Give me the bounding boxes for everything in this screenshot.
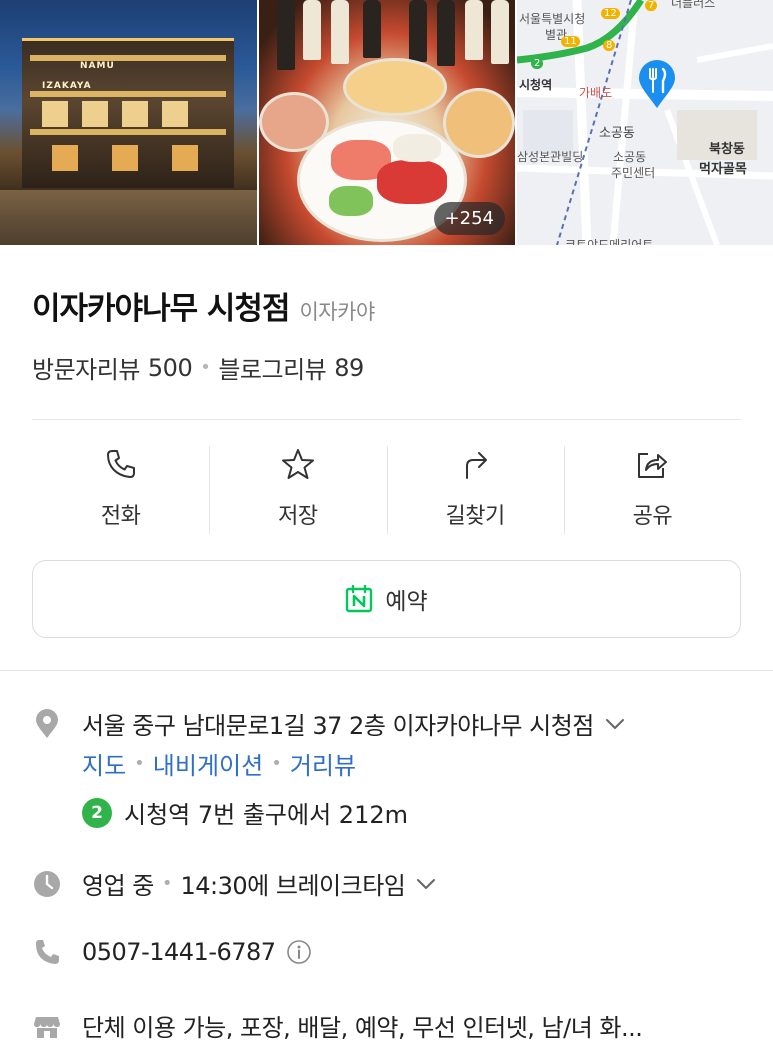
directions-icon <box>466 452 488 479</box>
navigation-link[interactable]: 내비게이션 <box>153 746 263 781</box>
hours-row[interactable]: 영업 중 • 14:30에 브레이크타임 <box>32 866 437 901</box>
phone-row[interactable]: 0507-1441-6787 <box>32 937 312 967</box>
map-links: 지도 • 내비게이션 • 거리뷰 <box>82 746 356 781</box>
map-link[interactable]: 지도 <box>82 746 126 781</box>
visitor-review-count[interactable]: 500 <box>148 354 193 382</box>
map-label-theplus: 더플러스 <box>671 0 716 10</box>
subway-info: 2 시청역 7번 출구에서 212m <box>82 795 408 830</box>
separator-dot: • <box>271 753 282 774</box>
section-separator <box>0 670 773 671</box>
street-view-link[interactable]: 거리뷰 <box>290 746 356 781</box>
more-photos-badge[interactable]: +254 <box>433 202 505 235</box>
review-summary: 방문자리뷰 500 • 블로그리뷰 89 <box>32 350 364 385</box>
action-bar: 전화 저장 길찾기 공유 <box>32 440 741 536</box>
photo-strip[interactable]: NAMU IZAKAYA +254 서울특별시청 별관 시청역 가배도 소공동 … <box>0 0 773 245</box>
call-button[interactable]: 전화 <box>32 440 209 536</box>
place-header: 이자카야나무 시청점 이자카야 <box>32 283 375 328</box>
map-badge-12: 12 <box>601 8 620 19</box>
station-distance-text: 시청역 7번 출구에서 212m <box>124 801 408 829</box>
star-icon <box>281 449 314 479</box>
storefront-photo[interactable]: NAMU IZAKAYA <box>0 0 257 245</box>
map-label-bukchang: 북창동 <box>709 142 745 157</box>
separator-dot: • <box>161 873 173 894</box>
address-text: 서울 중구 남대문로1길 37 2층 이자카야나무 시청점 <box>82 712 594 740</box>
map-label-community-center: 주민센터 <box>611 166 656 180</box>
reserve-label: 예약 <box>385 589 428 615</box>
directions-button[interactable]: 길찾기 <box>386 440 564 536</box>
map-label-sogong-2: 소공동 <box>613 150 647 164</box>
phone-number[interactable]: 0507-1441-6787 <box>82 938 276 966</box>
chevron-down-icon[interactable] <box>604 713 626 735</box>
naver-booking-icon <box>346 585 373 613</box>
building-sign-namu: NAMU <box>80 61 115 71</box>
reserve-button[interactable]: 예약 <box>32 560 741 638</box>
blog-review-count[interactable]: 89 <box>334 354 364 382</box>
save-label: 저장 <box>278 504 318 529</box>
phone-icon <box>106 450 135 478</box>
save-button[interactable]: 저장 <box>209 440 386 536</box>
map-badge-11: 11 <box>561 36 580 47</box>
divider <box>32 419 741 420</box>
map-label-food-alley: 먹자골목 <box>699 162 747 177</box>
map-label-city-hall: 서울특별시청 <box>519 12 586 26</box>
blog-review-label[interactable]: 블로그리뷰 <box>218 350 326 385</box>
subway-line-badge: 2 <box>82 797 112 828</box>
place-name: 이자카야나무 시청점 <box>32 291 290 327</box>
separator-dot: • <box>200 357 211 378</box>
info-icon[interactable] <box>286 939 312 965</box>
building-sign-izakaya: IZAKAYA <box>42 81 92 91</box>
map-pin-restaurant-icon <box>639 60 675 108</box>
address-row[interactable]: 서울 중구 남대문로1길 37 2층 이자카야나무 시청점 <box>32 706 626 741</box>
phone-icon <box>36 940 59 964</box>
map-thumbnail[interactable]: 서울특별시청 별관 시청역 가배도 소공동 삼성본관빌딩 소공동 주민센터 북창… <box>517 0 773 245</box>
building-image: NAMU IZAKAYA <box>22 38 234 188</box>
separator-dot: • <box>134 753 145 774</box>
map-label-courtyard: 코트야드메리어트 <box>565 238 654 245</box>
share-icon <box>638 453 668 478</box>
amenities-row[interactable]: 단체 이용 가능, 포장, 배달, 예약, 무선 인터넷, 남/녀 화... <box>32 1008 643 1043</box>
map-label-samsung: 삼성본관빌딩 <box>517 150 584 164</box>
amenities-text: 단체 이용 가능, 포장, 배달, 예약, 무선 인터넷, 남/녀 화... <box>82 1014 643 1042</box>
open-status: 영업 중 <box>82 872 154 900</box>
map-label-station: 시청역 <box>519 78 553 92</box>
break-time-text: 14:30에 브레이크타임 <box>180 872 406 900</box>
food-photo[interactable]: +254 <box>259 0 515 245</box>
chevron-down-icon[interactable] <box>415 873 437 895</box>
map-label-cafe: 가배도 <box>579 86 613 100</box>
street-image <box>0 190 257 245</box>
share-label: 공유 <box>632 504 673 529</box>
place-category: 이자카야 <box>299 300 375 324</box>
share-button[interactable]: 공유 <box>563 440 741 536</box>
location-pin-icon <box>36 708 58 738</box>
store-icon <box>34 1016 60 1038</box>
call-label: 전화 <box>100 504 141 529</box>
clock-icon <box>34 870 60 897</box>
visitor-review-label[interactable]: 방문자리뷰 <box>32 350 140 385</box>
map-label-sogong: 소공동 <box>599 126 635 141</box>
directions-label: 길찾기 <box>445 504 506 529</box>
